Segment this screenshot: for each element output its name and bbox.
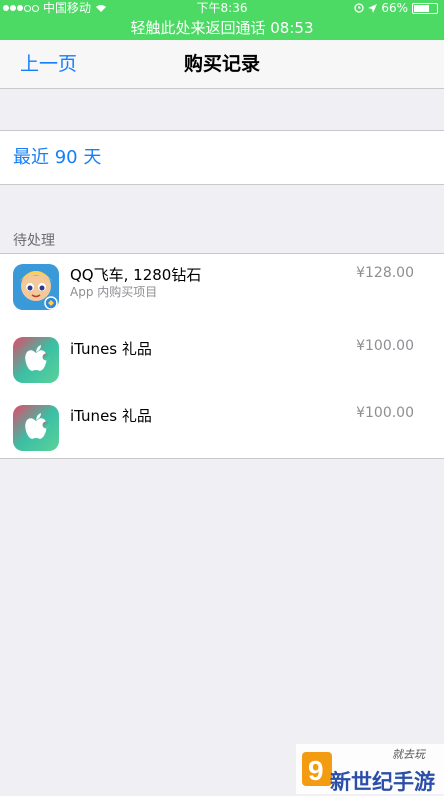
purchase-row[interactable]: iTunes 礼品 ¥100.00 <box>0 322 444 390</box>
qq-speed-game-icon <box>13 264 59 310</box>
itunes-gift-icon <box>13 405 59 451</box>
svg-text:9: 9 <box>308 755 324 786</box>
status-bar: 中国移动 下午8:36 66% <box>0 0 444 16</box>
alarm-icon <box>354 3 364 13</box>
purchase-row[interactable]: iTunes 礼品 ¥100.00 <box>0 390 444 458</box>
status-right: 66% <box>354 0 438 16</box>
purchase-price: ¥128.00 <box>356 265 414 281</box>
site-watermark: 9 就去玩 新世纪手游 <box>296 744 444 794</box>
purchase-title: iTunes 礼品 <box>70 340 152 358</box>
watermark-signature: 就去玩 <box>392 748 425 761</box>
period-filter-label: 最近 90 天 <box>13 147 102 168</box>
purchase-row[interactable]: QQ飞车, 1280钻石 App 内购买项目 ¥128.00 <box>0 254 444 322</box>
purchase-subtitle: App 内购买项目 <box>70 285 158 299</box>
return-to-call-banner[interactable]: 轻触此处来返回通话 08:53 <box>0 16 444 40</box>
period-filter-row[interactable]: 最近 90 天 <box>0 130 444 185</box>
page-title: 购买记录 <box>183 53 260 75</box>
itunes-gift-icon <box>13 337 59 383</box>
navigation-bar: 上一页 购买记录 <box>0 40 444 89</box>
purchase-title: QQ飞车, 1280钻石 <box>70 266 202 284</box>
pending-section-header: 待处理 <box>13 233 55 249</box>
pending-purchase-list: QQ飞车, 1280钻石 App 内购买项目 ¥128.00 iTunes 礼品… <box>0 253 444 459</box>
watermark-text: 新世纪手游 <box>330 770 435 794</box>
battery-icon <box>412 2 438 14</box>
location-icon <box>368 3 378 13</box>
battery-percent: 66% <box>381 1 408 15</box>
purchase-price: ¥100.00 <box>356 338 414 354</box>
purchase-price: ¥100.00 <box>356 405 414 421</box>
purchase-title: iTunes 礼品 <box>70 407 152 425</box>
